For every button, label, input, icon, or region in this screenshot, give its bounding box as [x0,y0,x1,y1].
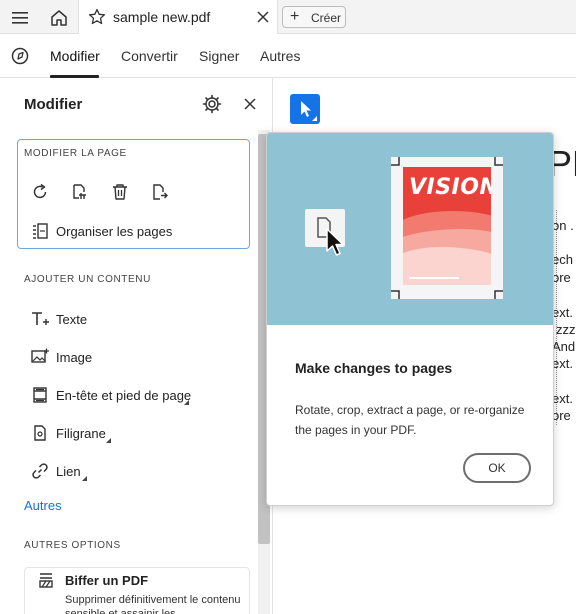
close-tab-icon[interactable] [252,6,274,28]
modify-page-header: MODIFIER LA PAGE [24,148,127,159]
submenu-indicator-icon [184,400,189,405]
hamburger-menu-icon[interactable] [9,7,31,29]
more-tools-link[interactable]: Autres [24,498,62,513]
text-add-icon [29,308,51,330]
submenu-indicator-icon [106,438,111,443]
create-label: Créer [311,11,342,25]
add-content-header: AJOUTER UN CONTENU [24,274,151,285]
header-footer-item[interactable]: En-tête et pied de page [56,388,191,403]
redact-icon [35,570,57,592]
document-line: And [552,339,576,354]
ok-button[interactable]: OK [463,453,531,483]
menu-signer[interactable]: Signer [199,48,239,64]
document-line: ech [552,252,573,267]
plus-icon: + [290,8,300,25]
create-button[interactable]: + Créer [282,6,346,28]
popup-title: Make changes to pages [295,360,453,376]
add-image-item[interactable]: Image [56,350,92,365]
document-line: on . [552,218,574,233]
document-line: ore [552,408,571,423]
header-footer-icon [29,384,51,406]
image-add-icon [29,346,51,368]
document-line: ext. [552,305,573,320]
link-item[interactable]: Lien [56,464,81,479]
watermark-icon [29,422,51,444]
document-line: ext. [552,391,573,406]
redact-card-description: Supprimer définitivement le contenu sens… [65,594,241,614]
document-line: ore [552,270,571,285]
link-icon [29,460,51,482]
onboarding-popup: VISION Make changes to pages Rotate, cro… [266,132,554,506]
menu-convertir[interactable]: Convertir [121,48,178,64]
ai-assistant-icon[interactable] [9,45,31,67]
close-panel-icon[interactable] [242,94,258,114]
cursor-arrow-icon [326,228,344,256]
popup-description: Rotate, crop, extract a page, or re-orga… [295,403,525,437]
menu-modifier[interactable]: Modifier [50,48,100,64]
document-line: ext. [552,356,573,371]
other-options-header: AUTRES OPTIONS [24,540,121,551]
organize-pages-icon [29,220,51,242]
redact-pdf-card[interactable]: Biffer un PDF Supprimer définitivement l… [24,567,250,614]
rotate-icon[interactable] [29,181,51,203]
extract-page-icon[interactable] [149,181,171,203]
menu-autres[interactable]: Autres [260,48,300,64]
modify-page-section: MODIFIER LA PAGE Organiser les pages [17,139,250,249]
add-text-item[interactable]: Texte [56,312,87,327]
watermark-item[interactable]: Filigrane [56,426,106,441]
tab-title: sample new.pdf [113,9,211,25]
document-line: zzz [556,322,576,337]
delete-icon[interactable] [109,181,131,203]
crop-page-icon[interactable] [69,181,91,203]
settings-gear-icon[interactable] [202,94,222,114]
select-tool-button[interactable] [290,94,320,124]
redact-card-title: Biffer un PDF [65,573,149,588]
organize-pages-link[interactable]: Organiser les pages [56,224,172,239]
panel-title: Modifier [24,96,83,113]
crop-marks-icon [391,157,503,299]
star-icon[interactable] [86,6,108,28]
submenu-indicator-icon [82,476,87,481]
edit-panel: Modifier MODIFIER LA PAGE Organiser les … [0,78,273,614]
home-icon[interactable] [48,7,70,29]
document-tab[interactable]: sample new.pdf [78,0,278,34]
popup-illustration: VISION [267,133,553,325]
title-bar: sample new.pdf + Créer [0,0,576,34]
poster-page: VISION [391,157,503,299]
menu-bar: Modifier Convertir Signer Autres [0,34,576,78]
